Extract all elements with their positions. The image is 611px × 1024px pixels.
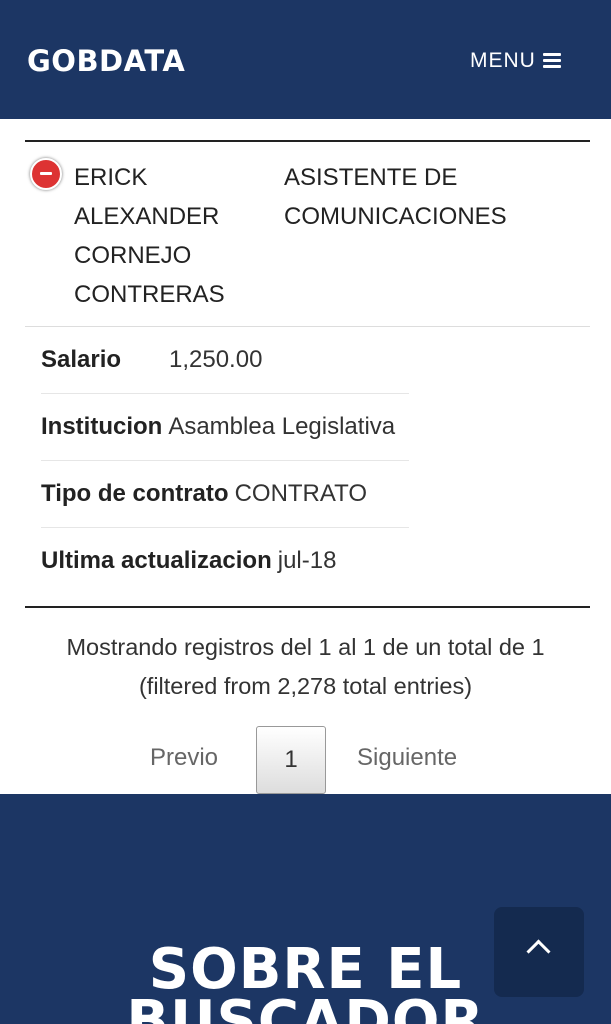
row-collapse-toggle[interactable] [30,158,62,190]
record-details: Salario 1,250.00 Institucion Asamblea Le… [41,327,409,594]
record-role: ASISTENTE DE COMUNICACIONES [284,164,507,230]
scroll-to-top-button[interactable] [494,907,584,997]
menu-label: MENU [470,49,536,72]
detail-row-tipo-contrato: Tipo de contrato CONTRATO [41,461,409,528]
detail-label: Institucion [41,413,163,440]
detail-value: jul-18 [277,547,337,574]
detail-value: Asamblea Legislativa [168,413,396,440]
table-info: Mostrando registros del 1 al 1 de un tot… [0,628,611,706]
detail-value: CONTRATO [234,480,368,507]
table-info-line: Mostrando registros del 1 al 1 de un tot… [66,634,545,660]
detail-label: Tipo de contrato [41,480,229,507]
page-button-current[interactable]: 1 [256,726,326,794]
site-header: GOBDATA MENU [0,0,611,119]
record-name: ERICK ALEXANDER CORNEJO CONTRERAS [74,164,225,308]
table-top-rule [25,140,590,142]
about-section: SOBRE EL BUSCADOR [0,794,611,1024]
detail-row-salario: Salario 1,250.00 [41,327,409,394]
previous-button[interactable]: Previo [150,744,218,772]
next-button[interactable]: Siguiente [357,744,457,772]
detail-label: Ultima actualizacion [41,547,272,574]
table-bottom-rule [25,606,590,608]
detail-value: 1,250.00 [169,346,263,373]
brand-logo[interactable]: GOBDATA [27,41,185,81]
detail-label: Salario [41,346,122,373]
detail-row-ultima-actualizacion: Ultima actualizacion jul-18 [41,528,409,594]
menu-button[interactable]: MENU [470,47,561,75]
hamburger-icon [542,53,561,69]
detail-row-institucion: Institucion Asamblea Legislativa [41,394,409,461]
pagination: Previo 1 Siguiente [0,726,611,794]
table-info-filtered: (filtered from 2,278 total entries) [138,673,473,699]
